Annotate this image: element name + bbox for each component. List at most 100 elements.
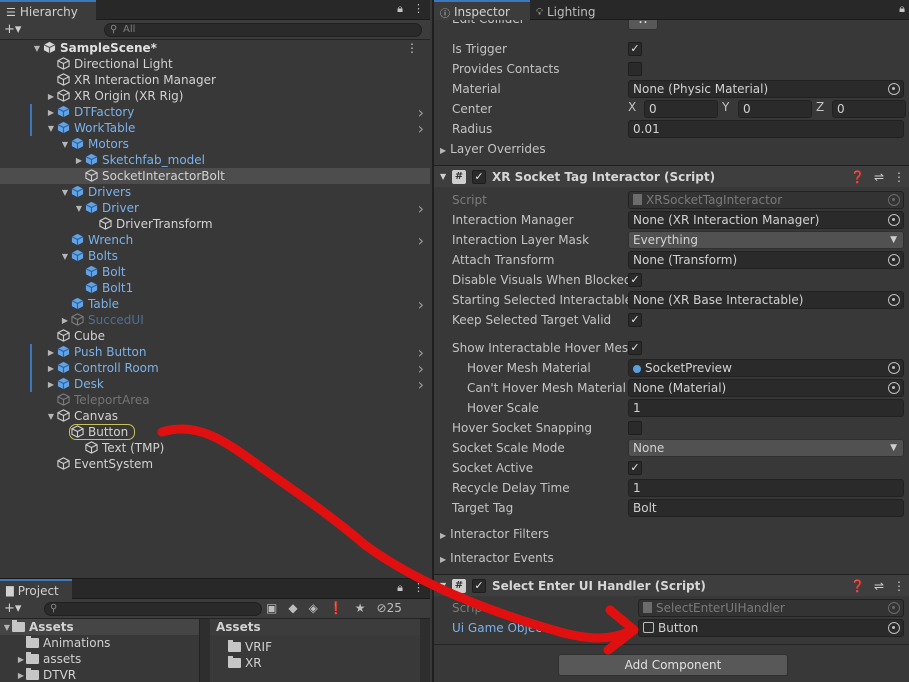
kebab-menu-icon[interactable]: ⋮ [893,170,905,184]
object-picker-icon[interactable] [888,362,900,374]
scale-mode-dropdown[interactable]: None ▼ [628,439,904,457]
attach-transform-field[interactable]: None (Transform) [628,251,904,269]
object-picker-icon[interactable] [888,622,900,634]
hover-snapping-checkbox[interactable] [628,421,642,435]
kebab-menu-icon[interactable]: ⋮ [413,2,424,16]
center-y-input[interactable]: 0 [738,100,812,118]
hierarchy-item[interactable]: TeleportArea [0,392,430,408]
help-icon[interactable]: ❓ [850,170,865,184]
cant-hover-material-field[interactable]: None (Material) [628,379,904,397]
kebab-menu-icon[interactable]: ⋮ [413,581,424,595]
hierarchy-item[interactable]: EventSystem [0,456,430,472]
scene-root-item[interactable]: ▼ SampleScene* ⋮ [0,40,430,56]
hierarchy-item[interactable]: Bolt1 [0,280,430,296]
is-trigger-checkbox[interactable]: ✓ [628,42,642,56]
project-breadcrumb[interactable]: Assets [210,619,430,635]
filter-by-type-icon[interactable]: ◆ [288,601,297,615]
foldout-arrow-icon[interactable]: ▶ [46,92,56,101]
ui-game-object-field[interactable]: Button [638,619,904,637]
interactor-filters-foldout[interactable]: ▶ Interactor Filters [434,524,909,544]
hierarchy-item[interactable]: Text (TMP) [0,440,430,456]
project-folder-item[interactable]: Animations [0,635,199,651]
hierarchy-item[interactable]: ▼ Bolts [0,248,430,264]
hierarchy-item[interactable]: ▶ SuccedUI [0,312,430,328]
center-x-input[interactable]: 0 [644,100,718,118]
foldout-arrow-icon[interactable]: ▶ [46,364,56,373]
hierarchy-item[interactable]: Directional Light [0,56,430,72]
object-picker-icon[interactable] [888,83,900,95]
hierarchy-item[interactable]: ▼ Canvas [0,408,430,424]
help-icon[interactable]: ❓ [850,579,865,593]
project-file-item[interactable]: VRIF [210,639,430,655]
project-scrollbar[interactable] [200,619,210,682]
hierarchy-item[interactable]: ▶ Push Button › [0,343,430,362]
select-enter-handler-header[interactable]: ▼ # ✓ Select Enter UI Handler (Script) ❓… [434,574,909,596]
hierarchy-item[interactable]: ▶ DTFactory › [0,103,430,122]
foldout-arrow-icon[interactable]: ▶ [60,316,70,325]
search-by-type-icon[interactable]: ▣ [266,601,277,615]
open-prefab-arrow-icon[interactable]: › [418,119,424,138]
foldout-arrow-icon[interactable]: ▼ [32,44,42,53]
open-prefab-arrow-icon[interactable]: › [418,231,424,250]
starting-selected-field[interactable]: None (XR Base Interactable) [628,291,904,309]
foldout-arrow-icon[interactable]: ▼ [60,252,70,261]
open-prefab-arrow-icon[interactable]: › [418,199,424,218]
lock-icon[interactable]: 🔒︎ [397,581,403,595]
project-folder-item[interactable]: ▼ Assets [0,619,199,635]
foldout-arrow-icon[interactable]: ▼ [2,623,12,632]
hierarchy-item[interactable]: ▼ Motors [0,136,430,152]
foldout-arrow-icon[interactable]: ▶ [46,380,56,389]
favorite-star-icon[interactable]: ★ [355,601,366,615]
hierarchy-item[interactable]: ▼ WorkTable › [0,119,430,138]
add-component-button[interactable]: Add Component [558,654,788,676]
target-tag-input[interactable]: Bolt [628,499,904,517]
open-prefab-arrow-icon[interactable]: › [418,295,424,314]
project-folder-item[interactable]: ▶ DTVR [0,667,199,682]
project-file-item[interactable]: XR [210,655,430,671]
foldout-arrow-icon[interactable]: ▶ [74,156,84,165]
create-dropdown-button[interactable]: +▾ [4,22,21,37]
hierarchy-item[interactable]: Table › [0,295,430,314]
hierarchy-item[interactable]: Cube [0,328,430,344]
hierarchy-search-input[interactable]: ⚲ All [104,23,422,37]
object-picker-icon[interactable] [888,214,900,226]
presets-icon[interactable]: ⇌ [874,579,884,593]
hierarchy-item[interactable]: ▶ Sketchfab_model [0,152,430,168]
object-picker-icon[interactable] [888,382,900,394]
disable-visuals-checkbox[interactable]: ✓ [628,273,642,287]
foldout-arrow-icon[interactable]: ▼ [60,140,70,149]
warning-filter-icon[interactable]: ❗ [329,601,344,615]
foldout-arrow-icon[interactable]: ▼ [46,412,56,421]
hierarchy-item[interactable]: ▶ Desk › [0,375,430,394]
layer-mask-dropdown[interactable]: Everything ▼ [628,231,904,249]
center-z-input[interactable]: 0 [832,100,906,118]
provides-contacts-checkbox[interactable] [628,62,642,76]
show-hover-checkbox[interactable]: ✓ [628,341,642,355]
tab-project[interactable]: ▇ Project [0,579,72,599]
hover-mesh-material-field[interactable]: SocketPreview [628,359,904,377]
foldout-arrow-icon[interactable]: ▼ [46,124,56,133]
component-fold-icon[interactable]: ▼ [440,172,452,181]
kebab-menu-icon[interactable]: ⋮ [893,579,905,593]
hierarchy-item[interactable]: ▶ Controll Room › [0,359,430,378]
foldout-arrow-icon[interactable]: ▶ [46,348,56,357]
project-search-input[interactable]: ⚲ [44,602,262,616]
filter-by-label-icon[interactable]: ◈ [309,601,318,615]
radius-input[interactable]: 0.01 [628,120,904,138]
scene-menu-icon[interactable]: ⋮ [406,41,418,55]
foldout-arrow-icon[interactable]: ▼ [74,204,84,213]
tab-lighting-overlay[interactable]: 💡︎ Lighting [530,0,622,20]
component-fold-icon[interactable]: ▼ [440,581,452,590]
hierarchy-item[interactable]: ▶ XR Origin (XR Rig) [0,88,430,104]
interactor-events-foldout[interactable]: ▶ Interactor Events [434,548,909,568]
foldout-arrow-icon[interactable]: ▼ [60,188,70,197]
hierarchy-item[interactable]: ▼ Drivers [0,184,430,200]
foldout-arrow-icon[interactable]: ▶ [16,655,26,664]
tab-inspector-overlay[interactable]: ⓘ Inspector [434,0,530,20]
recycle-delay-input[interactable]: 1 [628,479,904,497]
material-field[interactable]: None (Physic Material) [628,80,904,98]
object-picker-icon[interactable] [888,294,900,306]
open-prefab-arrow-icon[interactable]: › [418,375,424,394]
interaction-manager-field[interactable]: None (XR Interaction Manager) [628,211,904,229]
hierarchy-item[interactable]: Bolt [0,264,430,280]
